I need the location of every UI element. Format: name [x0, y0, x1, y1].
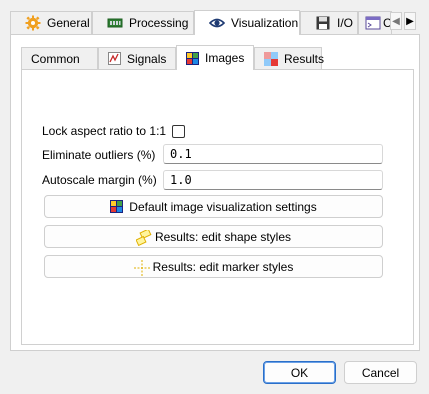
- cancel-button[interactable]: Cancel: [344, 361, 417, 384]
- subtab-images-label: Images: [205, 51, 245, 65]
- subtab-images[interactable]: Images: [176, 45, 254, 70]
- tab-io-label: I/O: [337, 16, 354, 30]
- image-icon: [186, 51, 199, 65]
- cancel-button-label: Cancel: [361, 365, 400, 380]
- visualization-page: Common Signals Images Results Lock aspec…: [10, 34, 420, 351]
- tab-console[interactable]: C: [358, 11, 392, 34]
- edit-shape-styles-label: Results: edit shape styles: [154, 229, 292, 244]
- lock-aspect-checkbox[interactable]: [172, 125, 185, 138]
- tab-io[interactable]: I/O: [300, 11, 358, 34]
- images-settings-panel: Lock aspect ratio to 1:1 Eliminate outli…: [21, 69, 414, 345]
- edit-marker-styles-label: Results: edit marker styles: [152, 259, 294, 274]
- image-icon: [110, 199, 124, 214]
- gear-icon: [25, 15, 41, 31]
- tab-visualization-label: Visualization: [231, 16, 299, 30]
- tab-general-label: General: [47, 16, 90, 30]
- edit-marker-styles-button[interactable]: Results: edit marker styles: [44, 255, 383, 278]
- tab-processing[interactable]: Processing: [92, 11, 194, 34]
- tab-general[interactable]: General: [10, 11, 92, 34]
- subtab-common-label: Common: [31, 51, 80, 66]
- tab-scroll-left-button[interactable]: ◀: [390, 12, 402, 30]
- default-image-settings-label: Default image visualization settings: [129, 199, 317, 214]
- ok-button[interactable]: OK: [263, 361, 336, 384]
- chip-icon: [107, 15, 123, 31]
- outliers-input[interactable]: 0.1: [163, 144, 383, 164]
- main-tab-bar: General Processing Visualization I/O C ◀…: [10, 10, 420, 35]
- outliers-label: Eliminate outliers (%): [42, 148, 156, 162]
- floppy-disk-icon: [315, 15, 331, 31]
- autoscale-input[interactable]: 1.0: [163, 170, 383, 190]
- subtab-results-label: Results: [284, 51, 325, 66]
- signal-icon: [108, 52, 121, 65]
- tab-scroll-right-button[interactable]: ▶: [404, 12, 416, 30]
- subtab-signals-label: Signals: [127, 51, 167, 66]
- shapes-icon: [135, 228, 152, 246]
- subtab-signals[interactable]: Signals: [98, 47, 176, 69]
- ok-button-label: OK: [290, 365, 309, 380]
- subtab-results[interactable]: Results: [254, 47, 325, 69]
- crosshair-marker-icon: [133, 259, 150, 276]
- edit-shape-styles-button[interactable]: Results: edit shape styles: [44, 225, 383, 248]
- lock-aspect-label: Lock aspect ratio to 1:1: [42, 124, 167, 138]
- tab-visualization[interactable]: Visualization: [194, 10, 300, 35]
- eye-icon: [208, 15, 226, 31]
- chevron-left-icon: ◀: [392, 15, 400, 27]
- chevron-right-icon: ▶: [406, 15, 414, 27]
- subtab-common[interactable]: Common: [21, 47, 98, 69]
- console-icon: [365, 15, 381, 31]
- results-grid-icon: [264, 51, 278, 66]
- autoscale-label: Autoscale margin (%): [42, 173, 157, 187]
- tab-processing-label: Processing: [129, 16, 189, 30]
- default-image-settings-button[interactable]: Default image visualization settings: [44, 195, 383, 218]
